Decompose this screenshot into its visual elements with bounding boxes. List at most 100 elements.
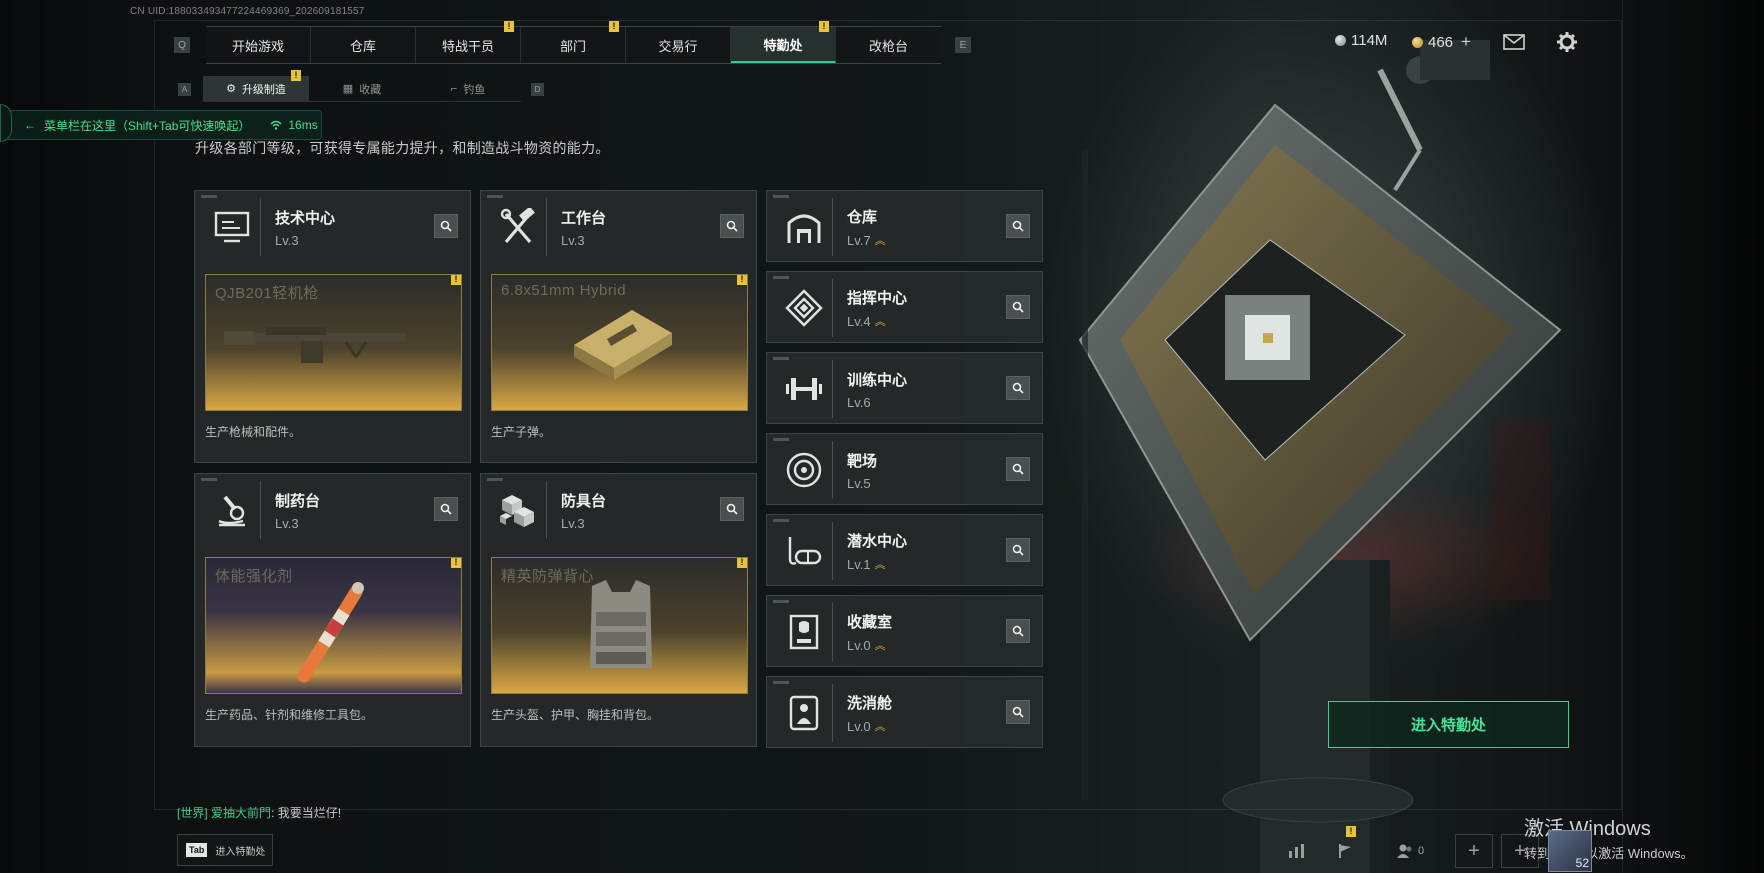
- facility-text: 工作台 Lv.3: [561, 207, 606, 248]
- facility-caption: 生产子弹。: [491, 425, 552, 439]
- top-navigation: Q 开始游戏 仓库 特战干员! 部门! 交易行 特勤处! 改枪台 E: [174, 21, 971, 64]
- search-button[interactable]: [434, 497, 458, 521]
- search-icon: [726, 220, 738, 232]
- facility-card-workbench[interactable]: 工作台 Lv.3 6.8x51mm Hybrid ! 生产子弹。: [480, 190, 757, 463]
- facility-card-decontamination[interactable]: 洗消舱 Lv.0 ︽: [766, 676, 1043, 748]
- chat-sender[interactable]: 爱抽大前門: [211, 806, 271, 820]
- facility-header: 防具台 Lv.3: [481, 474, 756, 546]
- search-button[interactable]: [1006, 457, 1030, 481]
- tab-gunsmith[interactable]: 改枪台: [836, 27, 941, 63]
- product-name: QJB201轻机枪: [215, 285, 319, 302]
- facility-card-tech-center[interactable]: 技术中心 Lv.3 QJB201轻机枪 ! 生产枪械和配件。: [194, 190, 471, 463]
- gear-icon[interactable]: [1555, 30, 1579, 54]
- facility-text: 收藏室 Lv.0 ︽: [847, 611, 892, 653]
- facility-level: Lv.0 ︽: [847, 718, 892, 734]
- facility-level: Lv.6: [847, 395, 907, 410]
- facility-name: 靶场: [847, 452, 878, 470]
- facility-text: 训练中心 Lv.6: [847, 369, 907, 410]
- facility-header: 靶场 Lv.5: [767, 434, 1042, 506]
- search-icon: [1012, 706, 1024, 718]
- facility-card-command-center[interactable]: 指挥中心 Lv.4 ︽: [766, 271, 1043, 343]
- facility-card-collection-room[interactable]: 收藏室 Lv.0 ︽: [766, 595, 1043, 667]
- subnav-prev-key[interactable]: A: [178, 82, 191, 96]
- player-uid: CN UID:1880334934772244693​69_2026091815…: [130, 6, 365, 17]
- card-tag: [773, 195, 789, 198]
- diving-mask-icon: [775, 522, 833, 580]
- add-currency-button[interactable]: +: [1461, 32, 1471, 52]
- product-preview[interactable]: 6.8x51mm Hybrid !: [491, 274, 748, 411]
- avatar-level: 52: [1575, 856, 1589, 870]
- facility-header: 训练中心 Lv.6: [767, 353, 1042, 425]
- fishing-icon: ⌐: [450, 82, 458, 95]
- enter-special-ops-shortcut[interactable]: Tab 进入特勤处: [177, 834, 273, 866]
- tab-special-ops[interactable]: 特勤处!: [731, 21, 836, 63]
- subtab-collection[interactable]: ▦ 收藏: [309, 76, 415, 101]
- add-friend-button[interactable]: +: [1455, 834, 1493, 868]
- search-button[interactable]: [1006, 619, 1030, 643]
- search-button[interactable]: [720, 497, 744, 521]
- tab-start-game[interactable]: 开始游戏: [206, 27, 311, 63]
- facility-header: 洗消舱 Lv.0 ︽: [767, 677, 1042, 749]
- tab-department[interactable]: 部门!: [521, 21, 626, 63]
- mail-icon[interactable]: [1502, 30, 1526, 54]
- chat-message[interactable]: [世界] 爱抽大前門: 我要当烂仔!: [177, 804, 341, 821]
- silver-amount: 114M: [1351, 32, 1388, 49]
- facility-card-armor-bench[interactable]: 防具台 Lv.3 精英防弹背心 ! 生产头盔、护甲、胸挂和背包。: [480, 473, 757, 747]
- nav-next-key[interactable]: E: [955, 37, 971, 53]
- search-button[interactable]: [1006, 376, 1030, 400]
- menu-bar-hint[interactable]: ← 菜单栏在这里（Shift+Tab可快速唤起） 16ms: [0, 104, 322, 142]
- cubes-icon: [489, 481, 547, 539]
- facility-name: 防具台: [561, 492, 607, 510]
- menu-handle[interactable]: [0, 104, 12, 142]
- search-button[interactable]: [1006, 214, 1030, 238]
- friends-button[interactable]: 0: [1390, 834, 1430, 868]
- nav-prev-key[interactable]: Q: [174, 37, 190, 53]
- card-tag: [773, 276, 789, 279]
- facility-card-training-center[interactable]: 训练中心 Lv.6: [766, 352, 1043, 424]
- tab-warehouse[interactable]: 仓库: [311, 27, 416, 63]
- product-preview[interactable]: QJB201轻机枪 !: [205, 274, 462, 411]
- notification-badge: !: [291, 70, 301, 81]
- notification-badge: !: [737, 558, 747, 568]
- search-button[interactable]: [720, 214, 744, 238]
- enter-special-ops-button[interactable]: 进入特勤处: [1328, 701, 1569, 748]
- level-value: Lv.1: [847, 556, 871, 572]
- facility-name: 指挥中心: [847, 290, 908, 307]
- silver-currency[interactable]: 114M: [1335, 32, 1387, 49]
- level-value: Lv.3: [561, 232, 585, 248]
- subtab-fishing[interactable]: ⌐ 钓鱼: [415, 76, 521, 101]
- upgrade-arrow-icon: ︽: [874, 235, 886, 247]
- search-button[interactable]: [1006, 538, 1030, 562]
- level-value: Lv.7: [847, 232, 871, 248]
- facility-name: 洗消舱: [847, 695, 893, 712]
- subtab-upgrade-craft[interactable]: ⚙ 升级制造 !: [203, 70, 309, 101]
- gold-currency[interactable]: 466 +: [1412, 32, 1471, 52]
- facility-card-pharmacy[interactable]: 制药台 Lv.3 体能强化剂 ! 生产药品、针剂和维修工具包。: [194, 473, 471, 747]
- tab-operators[interactable]: 特战干员!: [416, 21, 521, 63]
- search-button[interactable]: [1006, 295, 1030, 319]
- facility-card-diving-center[interactable]: 潜水中心 Lv.1 ︽: [766, 514, 1043, 586]
- tab-trading[interactable]: 交易行: [626, 27, 731, 63]
- command-diamond-icon: [775, 279, 833, 337]
- avatar[interactable]: 52: [1548, 830, 1592, 872]
- product-preview[interactable]: 精英防弹背心 !: [491, 557, 748, 694]
- collection-icon: ▦: [342, 83, 354, 95]
- sub-nav-tabs: ⚙ 升级制造 ! ▦ 收藏 ⌐ 钓鱼: [203, 70, 521, 102]
- facility-card-warehouse[interactable]: 仓库 Lv.7 ︽: [766, 190, 1043, 262]
- card-tag: [201, 478, 217, 481]
- search-button[interactable]: [1006, 700, 1030, 724]
- flag-icon[interactable]: !: [1330, 826, 1360, 868]
- search-button[interactable]: [434, 214, 458, 238]
- friends-icon: [1396, 844, 1412, 858]
- subnav-next-key[interactable]: D: [531, 82, 544, 96]
- product-preview[interactable]: 体能强化剂 !: [205, 557, 462, 694]
- facility-header: 指挥中心 Lv.4 ︽: [767, 272, 1042, 344]
- facility-caption: 生产头盔、护甲、胸挂和背包。: [491, 708, 660, 722]
- facility-level: Lv.0 ︽: [847, 637, 892, 653]
- stats-icon[interactable]: [1282, 834, 1312, 868]
- notification-badge: !: [451, 275, 461, 285]
- facility-card-shooting-range[interactable]: 靶场 Lv.5: [766, 433, 1043, 505]
- facility-level: Lv.3: [561, 516, 606, 531]
- level-value: Lv.5: [847, 475, 871, 491]
- card-tag: [487, 195, 503, 198]
